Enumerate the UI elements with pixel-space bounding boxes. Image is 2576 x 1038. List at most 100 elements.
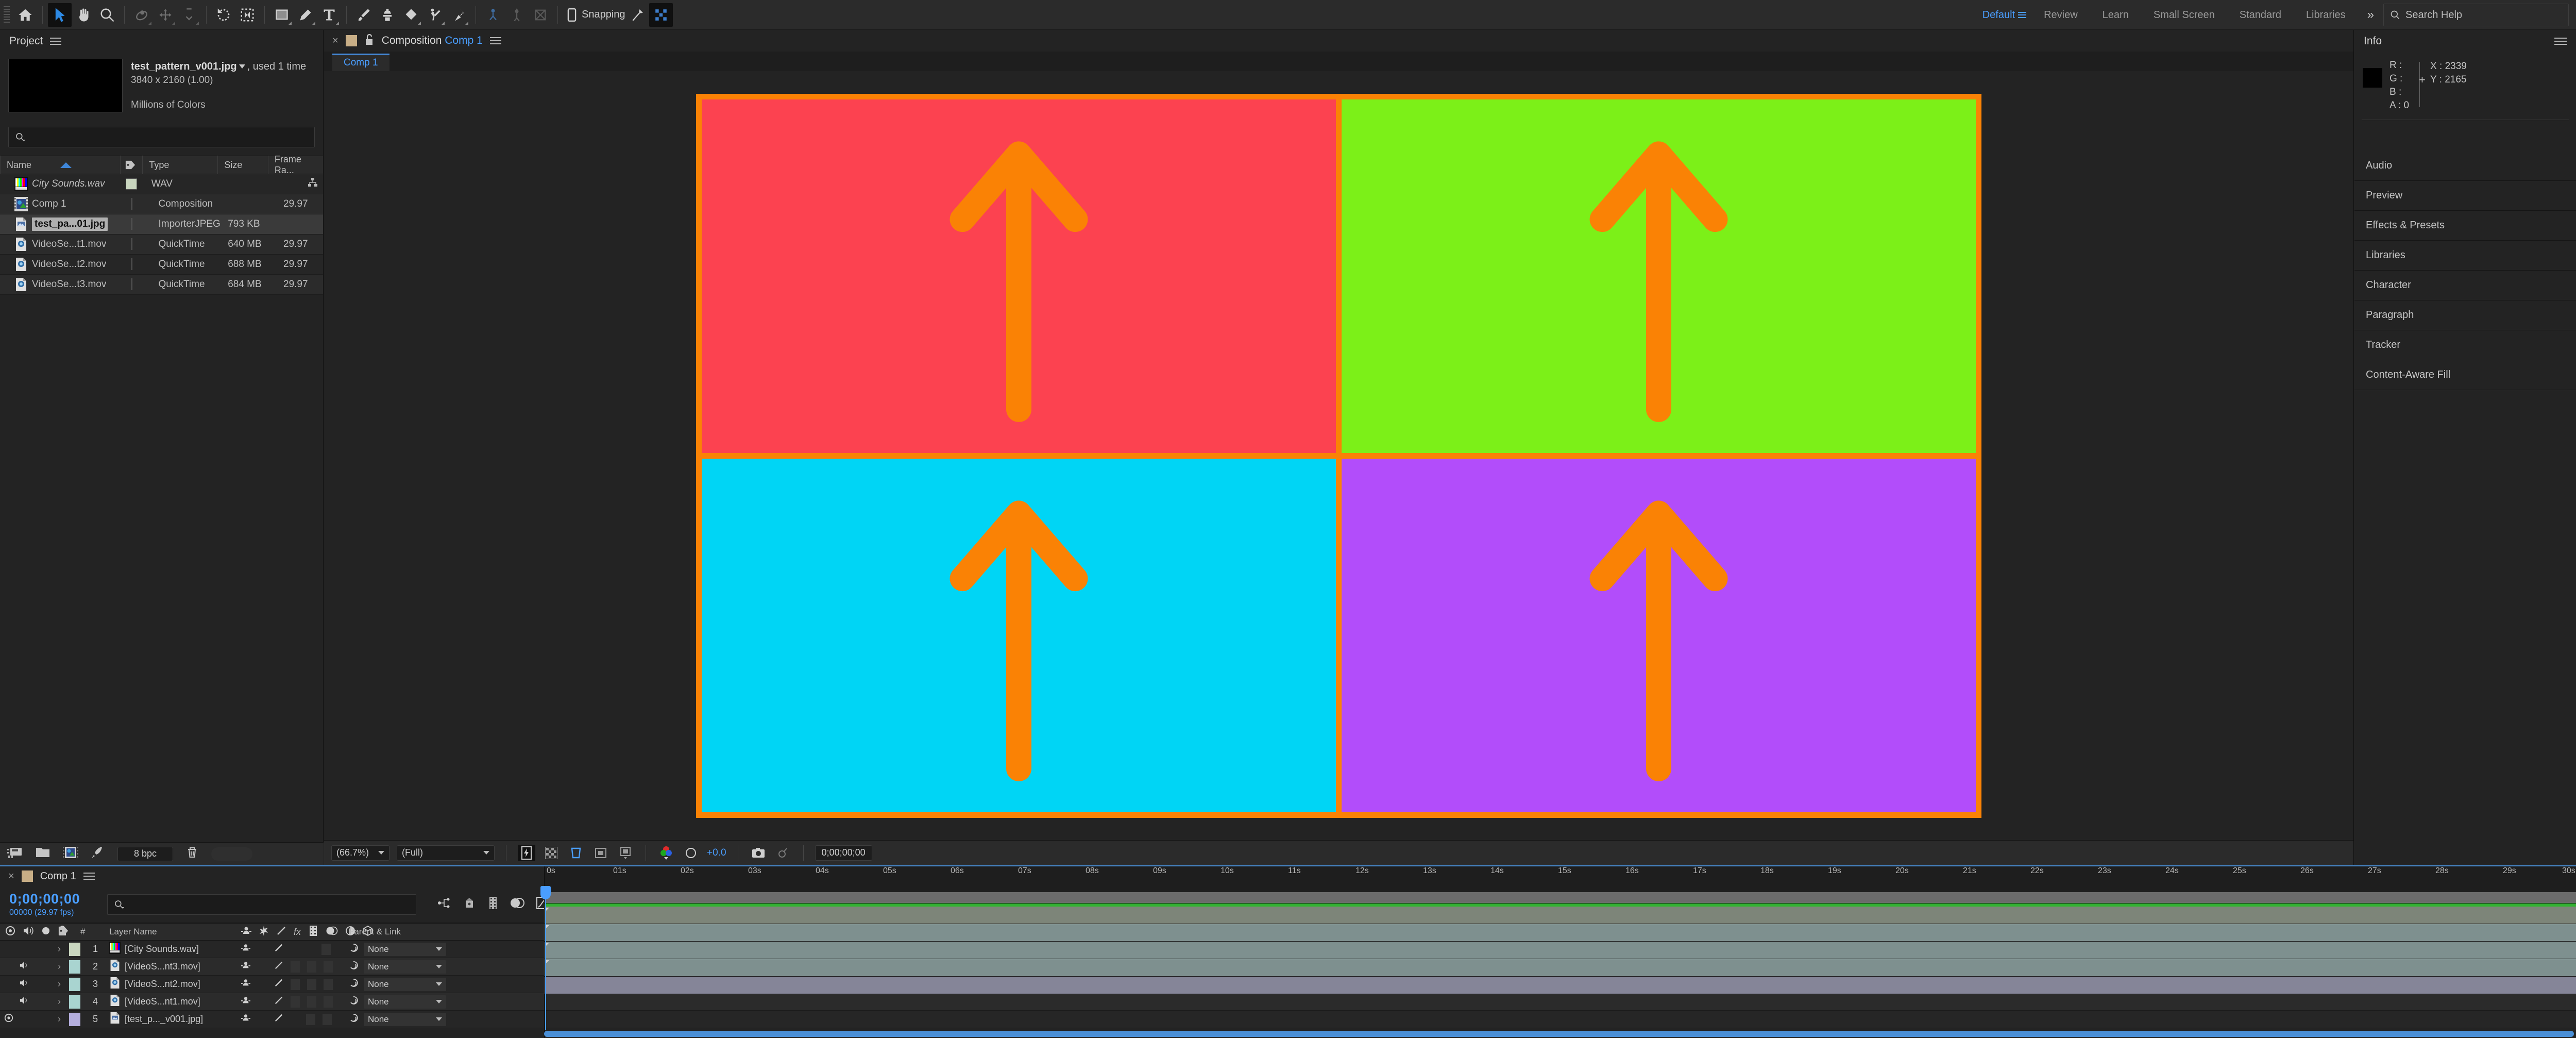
tab-comp-1[interactable]: Comp 1 (332, 54, 389, 71)
playhead[interactable] (540, 886, 551, 1030)
item-label-swatch[interactable] (131, 278, 133, 290)
panel-audio[interactable]: Audio (2354, 151, 2576, 181)
workspace-review[interactable]: Review (2031, 0, 2090, 30)
layer-switch-cell[interactable] (0, 996, 58, 1008)
layer-switches-cell[interactable] (232, 1013, 341, 1025)
expand-arrow-icon[interactable]: › (58, 979, 69, 990)
layer-name-cell[interactable]: [test_p..._v001.jpg] (98, 1012, 232, 1027)
brush-tool-icon[interactable] (352, 3, 376, 27)
close-icon[interactable]: × (332, 35, 338, 47)
color-depth-button[interactable]: 8 bpc (117, 846, 173, 861)
workspace-overflow-icon[interactable]: » (2358, 8, 2383, 22)
project-item-row[interactable]: test_pa...01.jpg ImporterJPEG 793 KB (0, 214, 323, 235)
audio-switch[interactable] (19, 996, 29, 1008)
parent-select[interactable]: None (364, 942, 446, 956)
workspace-menu-icon[interactable] (2018, 12, 2031, 18)
channel-icon[interactable] (657, 845, 675, 861)
clone-stamp-tool-icon[interactable] (376, 3, 399, 27)
audio-switch[interactable] (19, 961, 29, 973)
project-panel-scrollbar[interactable] (211, 847, 252, 861)
current-time-display[interactable]: 0;00;00;00 (815, 845, 872, 861)
parent-select[interactable]: None (364, 995, 446, 1009)
parent-link-cell[interactable]: None (341, 977, 456, 991)
work-area-bar[interactable] (545, 892, 2576, 903)
motionblur-switch-box[interactable] (324, 978, 333, 990)
workspace-default[interactable]: Default (1970, 0, 2018, 30)
panel-preview[interactable]: Preview (2354, 181, 2576, 211)
blend-switch-box[interactable] (321, 943, 331, 955)
layer-name-cell[interactable]: [VideoS...nt3.mov] (98, 959, 232, 974)
item-label-swatch[interactable] (131, 198, 133, 210)
layer-switches-cell[interactable] (232, 996, 341, 1008)
quality-switch[interactable] (274, 978, 283, 990)
motionblur-switch-box[interactable] (324, 961, 333, 973)
workspace-learn[interactable]: Learn (2090, 0, 2141, 30)
column-name[interactable]: Name (0, 156, 120, 174)
roto-brush-tool-icon[interactable] (423, 3, 447, 27)
delete-icon[interactable] (185, 846, 199, 862)
snap-to-feature-icon[interactable] (625, 3, 649, 27)
project-item-row[interactable]: VideoSe...t2.mov QuickTime 688 MB 29.97 (0, 255, 323, 275)
layer-label-swatch[interactable] (69, 977, 80, 991)
frame-blending-icon[interactable] (510, 896, 524, 912)
mesh-snapping-icon[interactable] (649, 3, 673, 27)
expand-arrow-icon[interactable]: › (58, 1014, 69, 1025)
project-item-row[interactable]: Comp 1 Composition 29.97 (0, 194, 323, 214)
region-of-interest-icon[interactable] (567, 845, 585, 861)
shy-switch[interactable] (241, 1013, 250, 1025)
orbit-tool-icon[interactable] (130, 3, 154, 27)
fx-switch-box[interactable] (291, 978, 300, 990)
frameblend-switch-box[interactable] (307, 978, 316, 990)
fx-switch-box[interactable] (291, 961, 300, 973)
timeline-track-area[interactable] (544, 892, 2576, 1038)
expand-arrow-icon[interactable]: › (58, 961, 69, 972)
layer-switch-cell[interactable] (0, 1013, 58, 1025)
anchor-point-tool-icon[interactable] (235, 3, 259, 27)
timeline-horizontal-scrollbar[interactable] (544, 1031, 2574, 1037)
motionblur-switch-box[interactable] (324, 996, 333, 1008)
shy-switch[interactable] (241, 996, 250, 1008)
audio-switch[interactable] (19, 978, 29, 990)
timeline-panel-menu-icon[interactable] (83, 873, 95, 880)
layer-switches-cell[interactable] (232, 961, 341, 973)
new-composition-icon[interactable] (63, 846, 78, 862)
layer-name-cell[interactable]: [VideoS...nt2.mov] (98, 977, 232, 992)
close-icon[interactable]: × (8, 870, 14, 882)
pen-tool-icon[interactable] (294, 3, 317, 27)
parent-link-cell[interactable]: None (341, 1012, 456, 1026)
project-item-row[interactable]: VideoSe...t1.mov QuickTime 640 MB 29.97 (0, 235, 323, 255)
exposure-icon[interactable] (682, 845, 700, 861)
draft-3d-icon[interactable] (463, 896, 476, 912)
zoom-tool-icon[interactable] (95, 3, 119, 27)
transparency-grid-icon[interactable] (543, 845, 560, 861)
frameblend-switch-box[interactable] (307, 996, 316, 1008)
type-tool-icon[interactable] (317, 3, 341, 27)
fast-previews-icon[interactable] (518, 844, 536, 861)
project-search-input[interactable] (8, 127, 315, 147)
quality-switch[interactable] (274, 1013, 283, 1025)
layer-label-swatch[interactable] (69, 960, 80, 974)
item-label-swatch[interactable] (131, 238, 133, 250)
pick-whip-icon[interactable] (348, 960, 359, 973)
toolbar-grip[interactable] (0, 0, 13, 30)
hide-shy-layers-icon[interactable] (487, 896, 499, 912)
hand-tool-icon[interactable] (72, 3, 95, 27)
puppet-pin-tool-icon[interactable] (447, 3, 470, 27)
panel-content-aware-fill[interactable]: Content-Aware Fill (2354, 360, 2576, 390)
timeline-ruler[interactable]: 0s 01s 02s 03s 04s 05s 06s 07s 08s 09s 1… (544, 866, 2576, 892)
parent-link-cell[interactable]: None (341, 942, 456, 956)
search-help-input[interactable]: Search Help (2383, 4, 2569, 26)
composition-mini-flowchart-icon[interactable] (437, 896, 451, 912)
expand-arrow-icon[interactable]: › (58, 944, 69, 955)
home-icon[interactable] (13, 3, 37, 27)
layer-label-swatch[interactable] (69, 1012, 80, 1026)
new-folder-icon[interactable] (35, 846, 50, 862)
project-item-row[interactable]: City Sounds.wav WAV (0, 174, 323, 194)
puppet-starch-tool-icon[interactable] (505, 3, 529, 27)
resolution-select[interactable]: (Full) (397, 845, 495, 861)
layer-switch-cell[interactable] (0, 961, 58, 973)
layer-bar[interactable] (545, 977, 2576, 994)
pick-whip-icon[interactable] (348, 1013, 359, 1026)
chevron-down-icon[interactable] (239, 64, 245, 69)
column-frame-rate[interactable]: Frame Ra... (267, 154, 323, 175)
